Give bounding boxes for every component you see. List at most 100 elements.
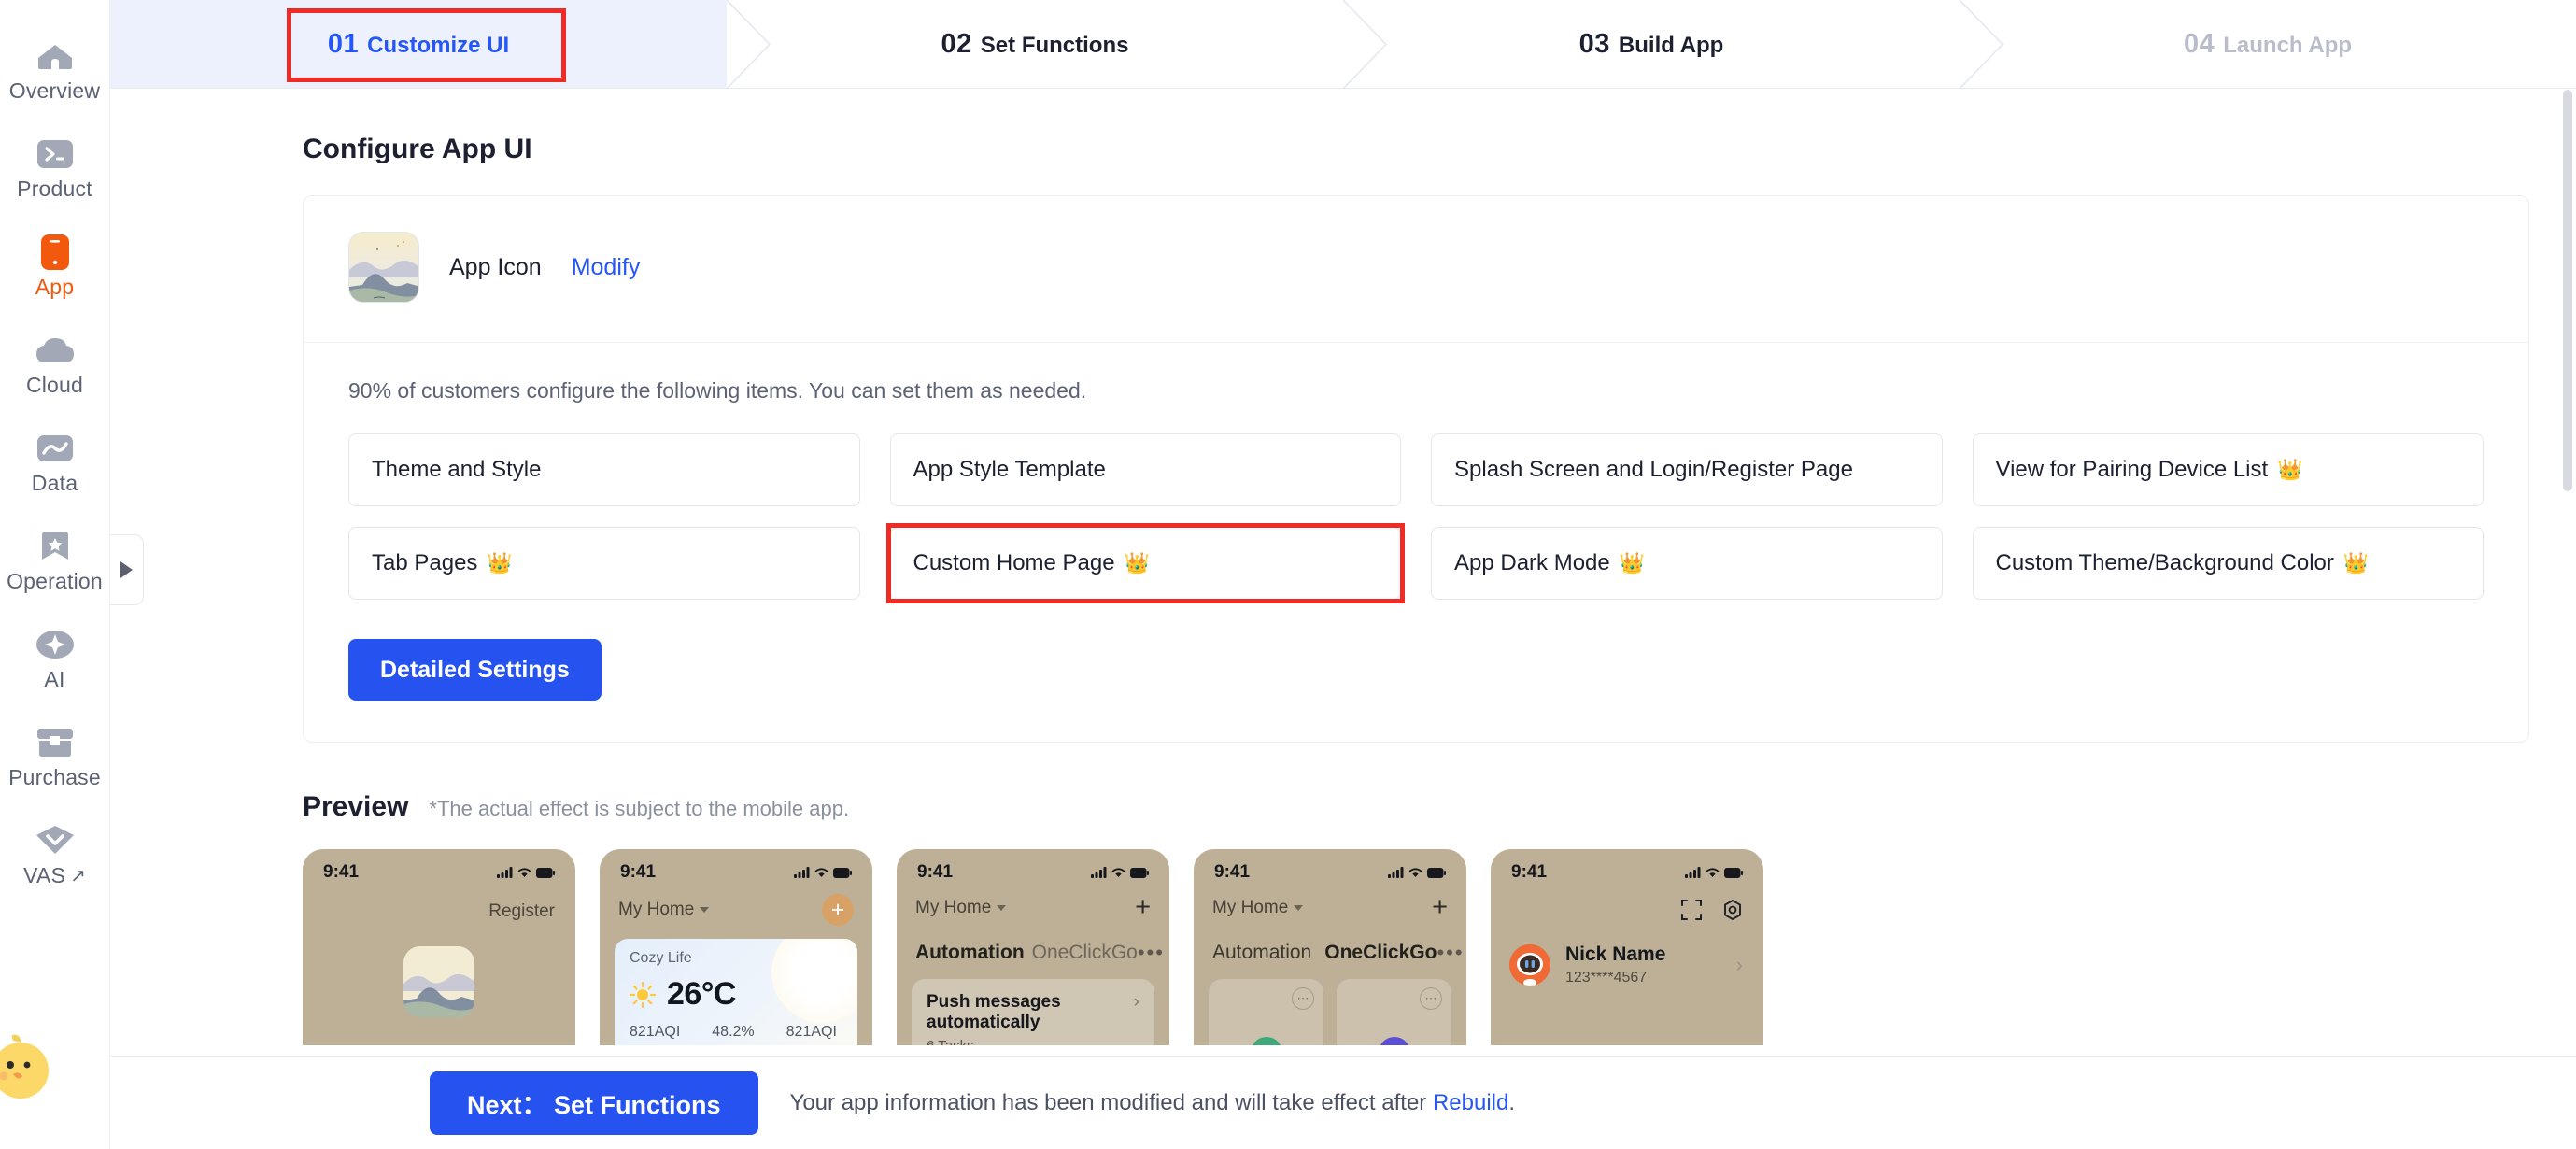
signal-icon [497, 867, 513, 878]
phone-status-bar: 9:41 [1194, 849, 1466, 883]
next-set-functions-button[interactable]: Next： Set Functions [430, 1071, 758, 1135]
step-label: Build App [1618, 32, 1724, 58]
weather-stat: 821AQI [786, 1024, 837, 1040]
preview-phone-list: 9:41 Register 9:41 My Home + Cozy Life 2… [303, 849, 2576, 1045]
preview-phone-profile[interactable]: 9:41 Nick Name 123****4567 › [1491, 849, 1763, 1045]
detailed-settings-button[interactable]: Detailed Settings [348, 639, 602, 701]
home-icon [35, 38, 76, 74]
option-label: Theme and Style [372, 457, 542, 482]
phone-add-button[interactable]: + [1135, 894, 1151, 921]
weather-stat: 821AQI [630, 1024, 681, 1040]
scan-icon[interactable] [1681, 900, 1702, 925]
option-label: Custom Theme/Background Color [1995, 550, 2334, 575]
step-separator [1960, 0, 2004, 89]
sidebar-item-overview[interactable]: Overview [0, 21, 110, 119]
phone-add-button[interactable]: + [822, 894, 854, 926]
preview-phone-automation-tiles[interactable]: 9:41 My Home + Automation OneClickGo •••… [1194, 849, 1466, 1045]
crown-icon: 👑 [2342, 551, 2370, 574]
avatar [1509, 944, 1550, 986]
tab-automation[interactable]: Automation [915, 942, 1025, 964]
sidebar: Overview Product App Cloud Data Operatio… [0, 0, 110, 1149]
preview-phone-automation-list[interactable]: 9:41 My Home + Automation OneClickGo •••… [897, 849, 1169, 1045]
sidebar-item-label: Data [31, 470, 78, 495]
chevron-right-icon [120, 561, 133, 578]
preview-phone-splash[interactable]: 9:41 Register [303, 849, 575, 1045]
more-options-icon[interactable]: ••• [1437, 943, 1464, 963]
option-splash-screen-login-register[interactable]: Splash Screen and Login/Register Page [1431, 433, 1943, 506]
option-label: Custom Home Page [913, 550, 1115, 575]
option-app-style-template[interactable]: App Style Template [889, 433, 1401, 506]
phone-home-selector[interactable]: My Home [618, 900, 710, 920]
status-indicators [1091, 867, 1149, 878]
status-indicators [497, 867, 555, 878]
signal-icon [794, 867, 810, 878]
step-launch-app[interactable]: 04 Launch App [1960, 0, 2576, 89]
tab-automation[interactable]: Automation [1212, 942, 1311, 964]
option-custom-home-page[interactable]: Custom Home Page 👑 [885, 523, 1405, 603]
sidebar-item-data[interactable]: Data [0, 413, 110, 511]
option-tab-pages[interactable]: Tab Pages 👑 [348, 527, 860, 600]
step-customize-ui[interactable]: 01 Customize UI [110, 0, 727, 88]
phone-home-row: My Home + [1194, 883, 1466, 921]
page-scrollbar[interactable] [2563, 90, 2572, 1056]
phone-home-row: My Home + [600, 883, 872, 926]
option-theme-and-style[interactable]: Theme and Style [348, 433, 860, 506]
modify-app-icon-link[interactable]: Modify [572, 254, 641, 281]
wifi-icon [814, 868, 828, 877]
wifi-icon [1111, 868, 1125, 877]
sidebar-item-product[interactable]: Product [0, 119, 110, 217]
preview-phone-home-weather[interactable]: 9:41 My Home + Cozy Life 26°C 821AQI 48.… [600, 849, 872, 1045]
phone-home-selector[interactable]: My Home [1212, 898, 1304, 918]
phone-register-link[interactable]: Register [303, 883, 575, 922]
more-options-icon[interactable]: ••• [1138, 943, 1165, 963]
scene-tile[interactable]: ⋯ [1337, 979, 1451, 1045]
terminal-icon [35, 136, 76, 172]
phone-add-button[interactable]: + [1432, 894, 1448, 921]
option-view-for-pairing-device-list[interactable]: View for Pairing Device List 👑 [1972, 433, 2484, 506]
phone-home-selector[interactable]: My Home [915, 898, 1007, 918]
automation-tabs: Automation OneClickGo [915, 942, 1138, 964]
weather-temperature: 26°C [667, 976, 736, 1012]
sidebar-item-ai[interactable]: AI [0, 609, 110, 707]
configure-app-ui-card: App Icon Modify 90% of customers configu… [303, 195, 2529, 743]
profile-toolbar [1491, 883, 1763, 925]
message-prefix: Your app information has been modified a… [789, 1089, 1433, 1115]
tab-oneclickgo[interactable]: OneClickGo [1324, 942, 1437, 964]
gear-icon[interactable] [1722, 899, 1743, 925]
scene-tile[interactable]: ⋯ [1209, 979, 1323, 1045]
profile-name: Nick Name [1565, 943, 1666, 965]
step-set-functions[interactable]: 02 Set Functions [727, 0, 1343, 89]
sidebar-item-vas-row: VAS ↗ [23, 864, 86, 887]
expand-sidebar-handle[interactable] [110, 534, 144, 605]
option-app-dark-mode[interactable]: App Dark Mode 👑 [1431, 527, 1943, 600]
chevron-down-icon [700, 907, 710, 913]
step-build-app[interactable]: 03 Build App [1343, 0, 1960, 89]
option-custom-theme-background-color[interactable]: Custom Theme/Background Color 👑 [1972, 527, 2484, 600]
phone-app-icon [403, 946, 474, 1017]
step-inner: 02 Set Functions [941, 29, 1129, 60]
sidebar-item-cloud[interactable]: Cloud [0, 315, 110, 413]
option-label: Tab Pages [372, 550, 478, 575]
scene-blob-purple [1378, 1037, 1410, 1045]
rebuild-link[interactable]: Rebuild [1433, 1090, 1508, 1115]
sidebar-item-app[interactable]: App [0, 217, 110, 315]
step-number: 03 [1578, 28, 1610, 59]
box-icon [35, 725, 76, 760]
scrollbar-thumb[interactable] [2563, 90, 2572, 491]
profile-phone: 123****4567 [1565, 970, 1648, 986]
sidebar-item-purchase[interactable]: Purchase [0, 707, 110, 805]
sidebar-item-operation[interactable]: Operation [0, 511, 110, 609]
more-options-icon[interactable]: ⋯ [1420, 987, 1442, 1010]
sidebar-item-label: AI [44, 666, 65, 691]
crown-icon: 👑 [487, 551, 513, 574]
status-indicators [1388, 867, 1446, 878]
automation-task-card[interactable]: Push messages automatically 6 Tasks › [912, 979, 1154, 1045]
sidebar-item-vas[interactable]: VAS ↗ [0, 805, 110, 903]
modified-message: Your app information has been modified a… [790, 1090, 1516, 1116]
step-number: 04 [2183, 28, 2215, 59]
tab-oneclickgo[interactable]: OneClickGo [1032, 942, 1138, 964]
more-options-icon[interactable]: ⋯ [1292, 987, 1314, 1010]
profile-row[interactable]: Nick Name 123****4567 › [1491, 925, 1763, 986]
wifi-icon [517, 868, 531, 877]
chevron-down-icon [1294, 904, 1304, 911]
